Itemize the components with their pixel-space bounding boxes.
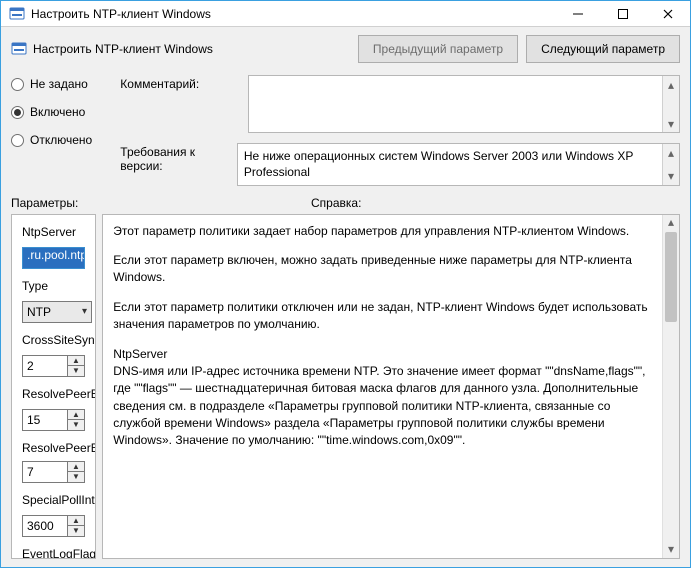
specialpollinterval-label: SpecialPollInterval [22, 493, 96, 507]
app-icon [9, 6, 25, 22]
header-row: Настроить NTP-клиент Windows Предыдущий … [1, 27, 690, 75]
scroll-up-icon[interactable]: ▴ [663, 144, 679, 161]
maximize-button[interactable] [600, 1, 645, 26]
comment-label: Комментарий: [120, 75, 240, 91]
help-paragraph: Если этот параметр включен, можно задать… [113, 252, 657, 287]
help-paragraph: NtpServer DNS-имя или IP-адрес источника… [113, 346, 657, 450]
spin-up-icon[interactable]: ▲ [68, 356, 84, 367]
state-label-enabled: Включено [30, 105, 85, 119]
spin-up-icon[interactable]: ▲ [68, 462, 84, 473]
lower-section: NtpServer .ru.pool.ntp.org,0x9 3.ru.pool… [1, 214, 690, 567]
spin-down-icon[interactable]: ▼ [68, 366, 84, 376]
scroll-thumb[interactable] [665, 232, 677, 322]
scroll-down-icon[interactable]: ▾ [663, 115, 679, 132]
state-radio-disabled[interactable]: Отключено [11, 133, 120, 147]
requirements-text: Не ниже операционных систем Windows Serv… [244, 149, 633, 179]
requirements-box: Не ниже операционных систем Windows Serv… [237, 143, 680, 185]
window-title: Настроить NTP-клиент Windows [31, 7, 555, 21]
radio-icon [11, 78, 24, 91]
options-pane: NtpServer .ru.pool.ntp.org,0x9 3.ru.pool… [11, 214, 96, 559]
specialpollinterval-input[interactable] [23, 516, 67, 536]
meta-column: Комментарий: ▴ ▾ Требования к версии: Не… [120, 75, 680, 185]
policy-icon [11, 41, 27, 57]
radio-icon [11, 106, 24, 119]
crosssitesyncflags-row: CrossSiteSyncFlags ▲▼ [22, 333, 85, 377]
radio-icon [11, 134, 24, 147]
minimize-button[interactable] [555, 1, 600, 26]
eventlogflags-label: EventLogFlags [22, 547, 96, 559]
scroll-track[interactable] [663, 232, 679, 541]
help-heading: Справка: [311, 196, 680, 210]
resolvepeerbackoffminutes-row: ResolvePeerBackoffMinutes ▲▼ [22, 387, 85, 431]
scrollbar[interactable]: ▴ ▾ [662, 76, 679, 132]
comment-row: Комментарий: ▴ ▾ [120, 75, 680, 133]
state-radio-group: Не задано Включено Отключено [11, 75, 120, 185]
resolvepeerbackoffminutes-input[interactable] [23, 410, 67, 430]
help-pane: Этот параметр политики задает набор пара… [102, 214, 680, 559]
type-value: NTP [27, 305, 51, 319]
state-radio-not-configured[interactable]: Не задано [11, 77, 120, 91]
help-subhead: NtpServer [113, 347, 167, 361]
specialpollinterval-spinner[interactable]: ▲▼ [22, 515, 85, 537]
help-paragraph: Если этот параметр политики отключен или… [113, 299, 657, 334]
scrollbar[interactable]: ▴ ▾ [662, 144, 679, 184]
ntpserver-input[interactable]: .ru.pool.ntp.org,0x9 3.ru.pool.ntp.org,0… [22, 247, 85, 269]
scroll-down-icon[interactable]: ▾ [663, 168, 679, 185]
chevron-down-icon: ▾ [82, 306, 87, 317]
state-label-disabled: Отключено [30, 133, 92, 147]
section-labels: Параметры: Справка: [1, 192, 690, 214]
spin-down-icon[interactable]: ▼ [68, 420, 84, 430]
window: Настроить NTP-клиент Windows Настроить N… [0, 0, 691, 568]
crosssitesyncflags-input[interactable] [23, 356, 67, 376]
type-row: Type NTP ▾ [22, 279, 85, 323]
specialpollinterval-row: SpecialPollInterval ▲▼ [22, 493, 85, 537]
upper-section: Не задано Включено Отключено Комментарий… [1, 75, 690, 191]
type-combobox[interactable]: NTP ▾ [22, 301, 92, 323]
options-heading: Параметры: [11, 196, 311, 210]
resolvepeerbackoffminutes-label: ResolvePeerBackoffMinutes [22, 387, 96, 401]
titlebar: Настроить NTP-клиент Windows [1, 1, 690, 27]
help-text: DNS-имя или IP-адрес источника времени N… [113, 364, 645, 448]
close-button[interactable] [645, 1, 690, 26]
requirements-row: Требования к версии: Не ниже операционны… [120, 143, 680, 185]
resolvepeerbackoffmaxtimes-spinner[interactable]: ▲▼ [22, 461, 85, 483]
resolvepeerbackoffminutes-spinner[interactable]: ▲▼ [22, 409, 85, 431]
requirements-label: Требования к версии: [120, 143, 229, 173]
resolvepeerbackoffmaxtimes-label: ResolvePeerBackoffMaxTimes [22, 441, 85, 455]
resolvepeerbackoffmaxtimes-input[interactable] [23, 462, 67, 482]
state-radio-enabled[interactable]: Включено [11, 105, 120, 119]
scroll-down-icon[interactable]: ▾ [663, 541, 679, 558]
spin-up-icon[interactable]: ▲ [68, 516, 84, 527]
type-label: Type [22, 279, 48, 293]
policy-title: Настроить NTP-клиент Windows [33, 42, 350, 56]
spin-down-icon[interactable]: ▼ [68, 526, 84, 536]
spin-down-icon[interactable]: ▼ [68, 472, 84, 482]
crosssitesyncflags-spinner[interactable]: ▲▼ [22, 355, 85, 377]
spin-up-icon[interactable]: ▲ [68, 410, 84, 421]
crosssitesyncflags-label: CrossSiteSyncFlags [22, 333, 96, 347]
ntpserver-label: NtpServer [22, 225, 76, 239]
next-setting-button[interactable]: Следующий параметр [526, 35, 680, 63]
ntpserver-row: NtpServer .ru.pool.ntp.org,0x9 3.ru.pool… [22, 225, 85, 269]
window-controls [555, 1, 690, 26]
help-paragraph: Этот параметр политики задает набор пара… [113, 223, 657, 240]
prev-setting-button[interactable]: Предыдущий параметр [358, 35, 518, 63]
eventlogflags-row: EventLogFlags ▲▼ [22, 547, 85, 559]
scroll-up-icon[interactable]: ▴ [663, 76, 679, 93]
resolvepeerbackoffmaxtimes-row: ▲▼ [22, 461, 85, 483]
scrollbar[interactable]: ▴ ▾ [662, 215, 679, 558]
comment-textarea[interactable]: ▴ ▾ [248, 75, 680, 133]
scroll-up-icon[interactable]: ▴ [663, 215, 679, 232]
state-label-not-configured: Не задано [30, 77, 88, 91]
